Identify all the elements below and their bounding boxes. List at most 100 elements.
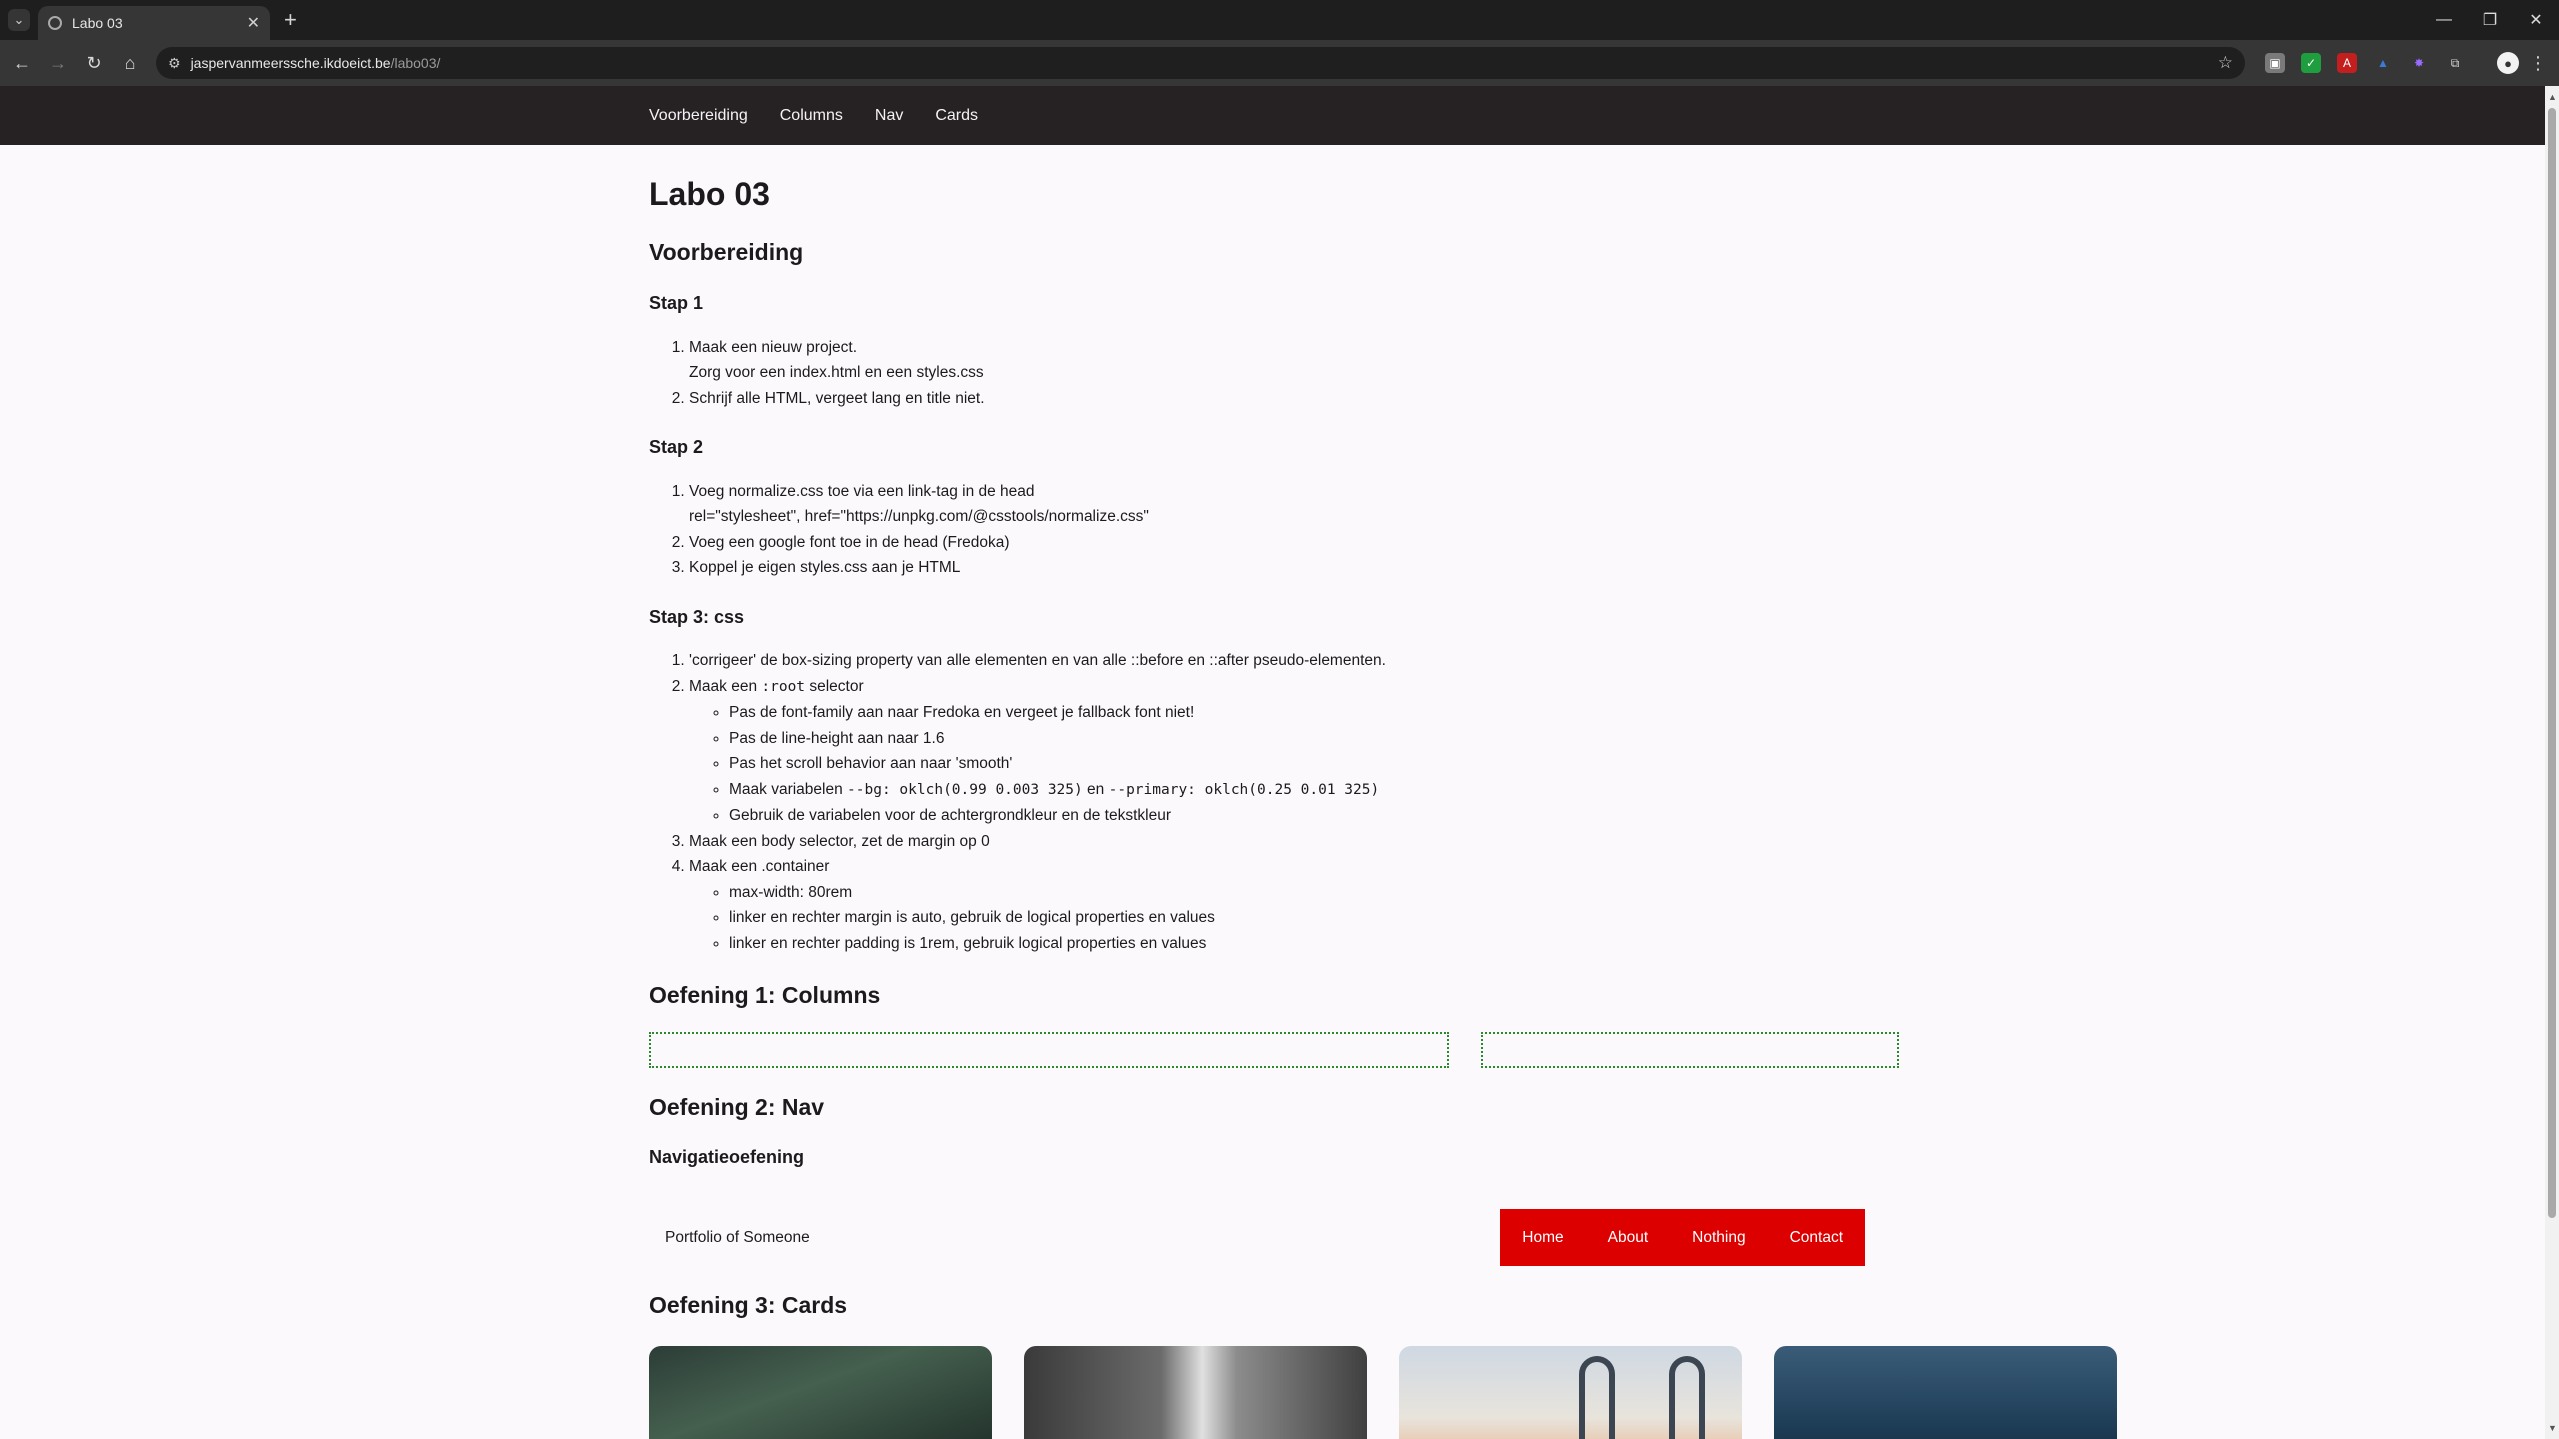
- tab-title: Labo 03: [72, 15, 123, 31]
- column-right: [1481, 1031, 1899, 1068]
- sublist-item: max-width: 80rem: [729, 880, 2149, 906]
- puzzle-icon[interactable]: ⧉: [2445, 53, 2465, 73]
- site-header: Voorbereiding Columns Nav Cards: [0, 86, 2545, 145]
- home-button[interactable]: ⌂: [112, 45, 148, 81]
- nav-exercise-subheading: Navigatieoefening: [649, 1147, 805, 1168]
- code-snippet: --bg: oklch(0.99 0.003 325): [847, 781, 1083, 798]
- card-image-waterfall: [1024, 1345, 1367, 1439]
- column-left: [649, 1031, 1449, 1068]
- close-window-icon[interactable]: ✕: [2513, 0, 2559, 40]
- site-info-icon[interactable]: ⚙: [168, 55, 181, 72]
- scroll-up-arrow-icon[interactable]: ▲: [2548, 92, 2557, 102]
- list-item: Maak een nieuw project. Zorg voor een ind…: [689, 335, 2149, 386]
- pool-ladder-shape: [1669, 1355, 1705, 1439]
- sublist-item: Pas de font-family aan naar Fredoka en v…: [729, 700, 2149, 726]
- chevron-down-icon: ⌄: [13, 12, 25, 27]
- card-image-pool-rails: [1399, 1345, 1742, 1439]
- list-item-text: Maak variabelen: [729, 780, 848, 798]
- nav-link-columns[interactable]: Columns: [780, 107, 843, 125]
- menu-kebab-icon[interactable]: ⋮: [2529, 53, 2547, 74]
- list-item-text: en: [1082, 780, 1109, 798]
- nav-demo-link-home[interactable]: Home: [1500, 1209, 1585, 1266]
- browser-toolbar: ← → ↻ ⌂ ⚙ jaspervanmeerssche.ikdoeict.be…: [0, 40, 2559, 86]
- site-nav: Voorbereiding Columns Nav Cards: [649, 86, 2545, 145]
- step-heading-3: Stap 3: css: [649, 606, 745, 627]
- page-scrollbar[interactable]: ▲ ▼: [2545, 86, 2559, 1439]
- forward-button[interactable]: →: [40, 45, 76, 81]
- section-heading-cards: Oefening 3: Cards: [649, 1292, 848, 1319]
- root-selector-sublist: Pas de font-family aan naar Fredoka en v…: [689, 700, 2149, 829]
- sublist-item: Pas de line-height aan naar 1.6: [729, 726, 2149, 752]
- list-item-text: Maak een: [689, 677, 762, 695]
- extension-check-icon[interactable]: ✓: [2301, 53, 2321, 73]
- nav-demo-link-about[interactable]: About: [1586, 1209, 1671, 1266]
- sublist-item: Pas het scroll behavior aan naar 'smooth…: [729, 751, 2149, 777]
- pool-ladder-shape: [1579, 1355, 1615, 1439]
- nav-demo-brand[interactable]: Portfolio of Someone: [665, 1229, 810, 1247]
- page-viewport: Voorbereiding Columns Nav Cards Labo 03 …: [0, 86, 2545, 1439]
- url-path: /labo03/: [390, 55, 441, 71]
- sublist-item: linker en rechter padding is 1rem, gebru…: [729, 931, 2149, 957]
- section-heading-columns: Oefening 1: Columns: [649, 982, 881, 1009]
- nav-demo-link-contact[interactable]: Contact: [1768, 1209, 1865, 1266]
- main-container: Labo 03 Voorbereiding Stap 1 Maak een ni…: [649, 175, 2149, 1439]
- section-heading-voorbereiding: Voorbereiding: [649, 239, 804, 266]
- back-button[interactable]: ←: [4, 45, 40, 81]
- page-title: Labo 03: [649, 176, 770, 212]
- address-bar[interactable]: ⚙ jaspervanmeerssche.ikdoeict.be/labo03/…: [156, 47, 2245, 79]
- list-item: Maak een .container max-width: 80rem lin…: [689, 854, 2149, 956]
- list-item-text: Voeg normalize.css toe via een link-tag …: [689, 482, 1035, 500]
- section-heading-nav: Oefening 2: Nav: [649, 1093, 825, 1120]
- minimize-icon[interactable]: —: [2421, 0, 2467, 40]
- list-item-text: Zorg voor een index.html en een styles.c…: [689, 364, 984, 382]
- list-item: Schrijf alle HTML, vergeet lang en title…: [689, 386, 2149, 412]
- container-sublist: max-width: 80rem linker en rechter margi…: [689, 880, 2149, 957]
- browser-tab[interactable]: Labo 03 ✕: [38, 6, 270, 40]
- card-image-sea: [1774, 1345, 2117, 1439]
- extensions-area: ▣ ✓ A ▲ ✸ ⧉: [2257, 53, 2473, 73]
- step2-list: Voeg normalize.css toe via een link-tag …: [649, 479, 2149, 581]
- scroll-down-arrow-icon[interactable]: ▼: [2548, 1423, 2557, 1433]
- reload-button[interactable]: ↻: [76, 45, 112, 81]
- list-item: Voeg een google font toe in de head (Fre…: [689, 530, 2149, 556]
- sublist-item: linker en rechter margin is auto, gebrui…: [729, 905, 2149, 931]
- list-item-text: Voeg een google font toe in de head (Fre…: [689, 533, 1010, 551]
- nav-link-voorbereiding[interactable]: Voorbereiding: [649, 107, 748, 125]
- profile-avatar[interactable]: ●: [2497, 52, 2519, 74]
- step3-list: 'corrigeer' de box-sizing property van a…: [649, 648, 2149, 956]
- tab-search-button[interactable]: ⌄: [8, 9, 30, 31]
- new-tab-button[interactable]: +: [284, 7, 297, 33]
- step-heading-2: Stap 2: [649, 437, 704, 458]
- nav-demo-link-nothing[interactable]: Nothing: [1670, 1209, 1767, 1266]
- list-item-text: Koppel je eigen styles.css aan je HTML: [689, 559, 961, 577]
- step-heading-1: Stap 1: [649, 292, 704, 313]
- gear-extension-icon[interactable]: ✸: [2409, 53, 2429, 73]
- list-item-text: selector: [805, 677, 864, 695]
- nav-link-nav[interactable]: Nav: [875, 107, 903, 125]
- nav-demo-menu: Home About Nothing Contact: [1500, 1209, 1865, 1267]
- step1-list: Maak een nieuw project. Zorg voor een ind…: [649, 335, 2149, 412]
- nav-demo: Portfolio of Someone Home About Nothing …: [649, 1209, 1881, 1267]
- code-snippet: :root: [761, 678, 806, 695]
- list-item-text: Maak een .container: [689, 858, 830, 876]
- pdf-extension-icon[interactable]: A: [2337, 53, 2357, 73]
- bookmark-star-icon[interactable]: ☆: [2218, 53, 2233, 73]
- list-item: Maak een body selector, zet de margin op…: [689, 829, 2149, 855]
- restore-icon[interactable]: ❐: [2467, 0, 2513, 40]
- close-icon[interactable]: ✕: [247, 13, 260, 33]
- list-item: Maak een :root selector Pas de font-fami…: [689, 674, 2149, 829]
- sublist-item: Maak variabelen --bg: oklch(0.99 0.003 3…: [729, 777, 2149, 804]
- extension-icon[interactable]: ▣: [2265, 53, 2285, 73]
- list-item: 'corrigeer' de box-sizing property van a…: [689, 648, 2149, 674]
- drive-extension-icon[interactable]: ▲: [2373, 53, 2393, 73]
- code-snippet: --primary: oklch(0.25 0.01 325): [1108, 781, 1380, 798]
- columns-demo: [649, 1031, 2149, 1068]
- list-item-text: Schrijf alle HTML, vergeet lang en title…: [689, 389, 985, 407]
- scrollbar-thumb[interactable]: [2548, 108, 2556, 1218]
- list-item-text: Maak een nieuw project.: [689, 338, 858, 356]
- globe-icon: [48, 16, 62, 30]
- list-item: Voeg normalize.css toe via een link-tag …: [689, 479, 2149, 530]
- cards-grid: [649, 1345, 2149, 1439]
- nav-link-cards[interactable]: Cards: [935, 107, 978, 125]
- browser-tabstrip: ⌄ Labo 03 ✕ + — ❐ ✕: [0, 0, 2559, 40]
